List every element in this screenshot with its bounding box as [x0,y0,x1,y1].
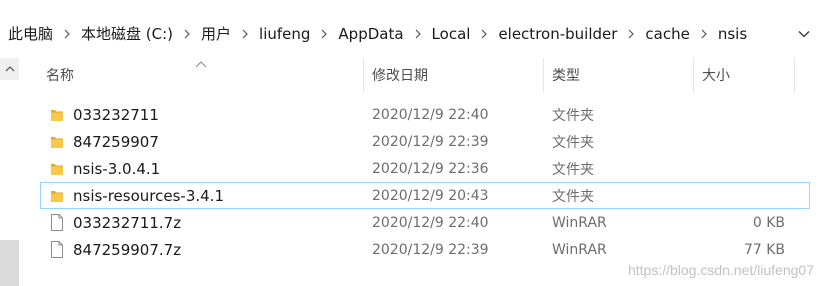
column-name-header[interactable]: 名称 [38,58,382,92]
file-row[interactable]: 847259907.7z 2020/12/9 22:39 WinRAR 77 K… [19,236,822,263]
folder-icon [51,164,63,175]
chevron-right-icon[interactable] [405,14,431,53]
breadcrumb-label[interactable]: 本地磁盘 (C:) [80,23,174,44]
breadcrumb-label[interactable]: electron-builder [497,25,618,43]
breadcrumb-item-liufeng[interactable]: liufeng [258,14,337,53]
file-date: 2020/12/9 22:40 [372,214,489,231]
file-row-selected[interactable]: nsis-resources-3.4.1 2020/12/9 20:43 文件夹 [40,182,810,209]
folder-icon [51,110,63,121]
scroll-thumb[interactable] [0,240,19,286]
breadcrumb-label[interactable]: liufeng [258,25,311,43]
scroll-track[interactable] [0,80,19,240]
file-name[interactable]: 847259907.7z [73,241,181,259]
file-name[interactable]: 847259907 [73,133,159,151]
file-icon [51,241,63,258]
breadcrumb-label[interactable]: 用户 [200,23,232,44]
address-history-dropdown[interactable] [786,14,822,54]
file-date: 2020/12/9 22:40 [372,106,489,123]
chevron-right-icon[interactable] [471,14,497,53]
file-date: 2020/12/9 22:36 [372,160,489,177]
folder-icon [51,137,63,148]
breadcrumb-label[interactable]: Local [431,25,472,43]
chevron-right-icon[interactable] [691,14,717,53]
breadcrumb-item-appdata[interactable]: AppData [337,14,430,53]
file-type: WinRAR [552,214,607,231]
file-name[interactable]: nsis-resources-3.4.1 [73,187,224,205]
file-type: 文件夹 [552,107,594,124]
file-date: 2020/12/9 22:39 [372,133,489,150]
file-type: WinRAR [552,241,607,258]
breadcrumb-item-cache[interactable]: cache [644,14,716,53]
chevron-right-icon[interactable] [311,14,337,53]
file-date: 2020/12/9 22:39 [372,241,489,258]
breadcrumb: 此电脑 本地磁盘 (C:) 用户 liufeng AppData Local e… [0,14,748,53]
column-divider[interactable] [794,58,795,92]
navigation-pane-scrollbar[interactable] [0,58,19,286]
file-row[interactable]: 033232711 2020/12/9 22:40 文件夹 [19,101,822,128]
chevron-down-icon [798,31,810,38]
column-header: 名称 修改日期 类型 大小 [19,58,822,92]
breadcrumb-label[interactable]: nsis [717,25,748,43]
file-type: 文件夹 [552,161,594,178]
address-bar[interactable]: 此电脑 本地磁盘 (C:) 用户 liufeng AppData Local e… [0,14,822,54]
breadcrumb-item-users[interactable]: 用户 [200,14,258,53]
breadcrumb-item-this-pc[interactable]: 此电脑 [7,14,80,53]
breadcrumb-item-nsis[interactable]: nsis [717,14,748,53]
watermark: https://blog.csdn.net/liufeng07 [627,262,814,278]
file-row[interactable]: 033232711.7z 2020/12/9 22:40 WinRAR 0 KB [19,209,822,236]
breadcrumb-item-local[interactable]: Local [431,14,498,53]
chevron-right-icon[interactable] [174,14,200,53]
file-row[interactable]: 847259907 2020/12/9 22:39 文件夹 [19,128,822,155]
chevron-up-icon [5,66,14,72]
folder-icon [51,191,63,202]
breadcrumb-label[interactable]: AppData [337,25,404,43]
chevron-right-icon[interactable] [618,14,644,53]
file-row[interactable]: nsis-3.0.4.1 2020/12/9 22:36 文件夹 [19,155,822,182]
chevron-right-icon[interactable] [232,14,258,53]
breadcrumb-item-local-disk[interactable]: 本地磁盘 (C:) [80,14,200,53]
file-type: 文件夹 [552,188,594,205]
file-size: 0 KB [752,214,785,231]
file-type: 文件夹 [552,134,594,151]
file-icon [51,214,63,231]
breadcrumb-item-electron-builder[interactable]: electron-builder [497,14,644,53]
column-date-header[interactable]: 修改日期 [364,58,544,92]
column-size-header[interactable]: 大小 [694,58,794,92]
file-name[interactable]: 033232711.7z [73,214,181,232]
scroll-up-button[interactable] [0,58,19,80]
chevron-right-icon[interactable] [54,14,80,53]
file-size: 77 KB [743,241,785,258]
file-list: 033232711 2020/12/9 22:40 文件夹 847259907 … [19,101,822,263]
column-type-header[interactable]: 类型 [544,58,694,92]
file-date: 2020/12/9 20:43 [372,187,489,204]
breadcrumb-label[interactable]: cache [644,25,690,43]
file-name[interactable]: 033232711 [73,106,159,124]
breadcrumb-label[interactable]: 此电脑 [7,23,54,44]
file-name[interactable]: nsis-3.0.4.1 [73,160,160,178]
